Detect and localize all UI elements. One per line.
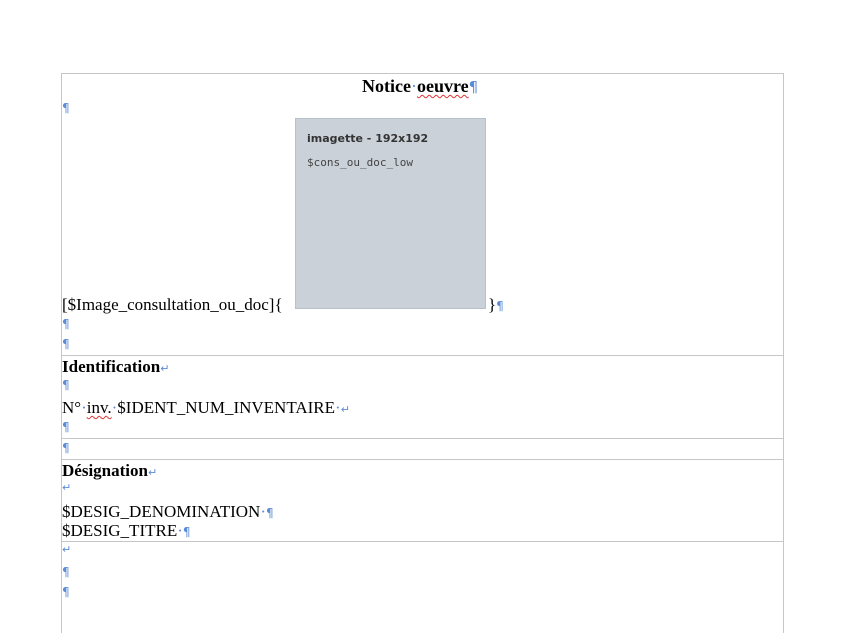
identification-heading: Identification↵ [62, 357, 170, 376]
empty-paragraph: ¶ [62, 378, 70, 392]
line-break: ↵ [62, 543, 72, 556]
title-text: Notice [362, 76, 411, 96]
empty-paragraph: ¶ [62, 101, 70, 115]
empty-paragraph: ¶ [62, 317, 70, 331]
designation-title: $DESIG_TITRE·¶ [62, 521, 191, 540]
image-placeholder-title: imagette - 192x192 [307, 132, 429, 145]
designation-heading: Désignation↵ [62, 461, 158, 480]
empty-paragraph: ¶ [62, 337, 70, 351]
image-placeholder-variable: $cons_ou_doc_low [307, 156, 413, 169]
empty-paragraph: ¶ [62, 585, 70, 599]
image-field-prefix: [$Image_consultation_ou_doc]{ [62, 295, 283, 314]
empty-paragraph: ¶ [62, 565, 70, 579]
title-pilcrow: ¶ [468, 78, 479, 96]
designation-denomination: $DESIG_DENOMINATION·¶ [62, 502, 274, 521]
empty-paragraph: ¶ [62, 441, 70, 455]
image-placeholder[interactable]: imagette - 192x192 $cons_ou_doc_low [295, 118, 486, 309]
document-title: Notice·oeuvre¶ [362, 76, 479, 96]
empty-paragraph: ¶ [62, 420, 70, 434]
inventory-variable: $IDENT_NUM_INVENTAIRE [117, 398, 336, 417]
line-break: ↵ [62, 481, 72, 494]
image-field-suffix: }¶ [488, 295, 504, 314]
inventory-number-line: N°·inv.·$IDENT_NUM_INVENTAIRE·↵ [62, 398, 350, 417]
title-word: oeuvre [416, 76, 469, 96]
inventory-abbr: inv. [86, 398, 112, 417]
